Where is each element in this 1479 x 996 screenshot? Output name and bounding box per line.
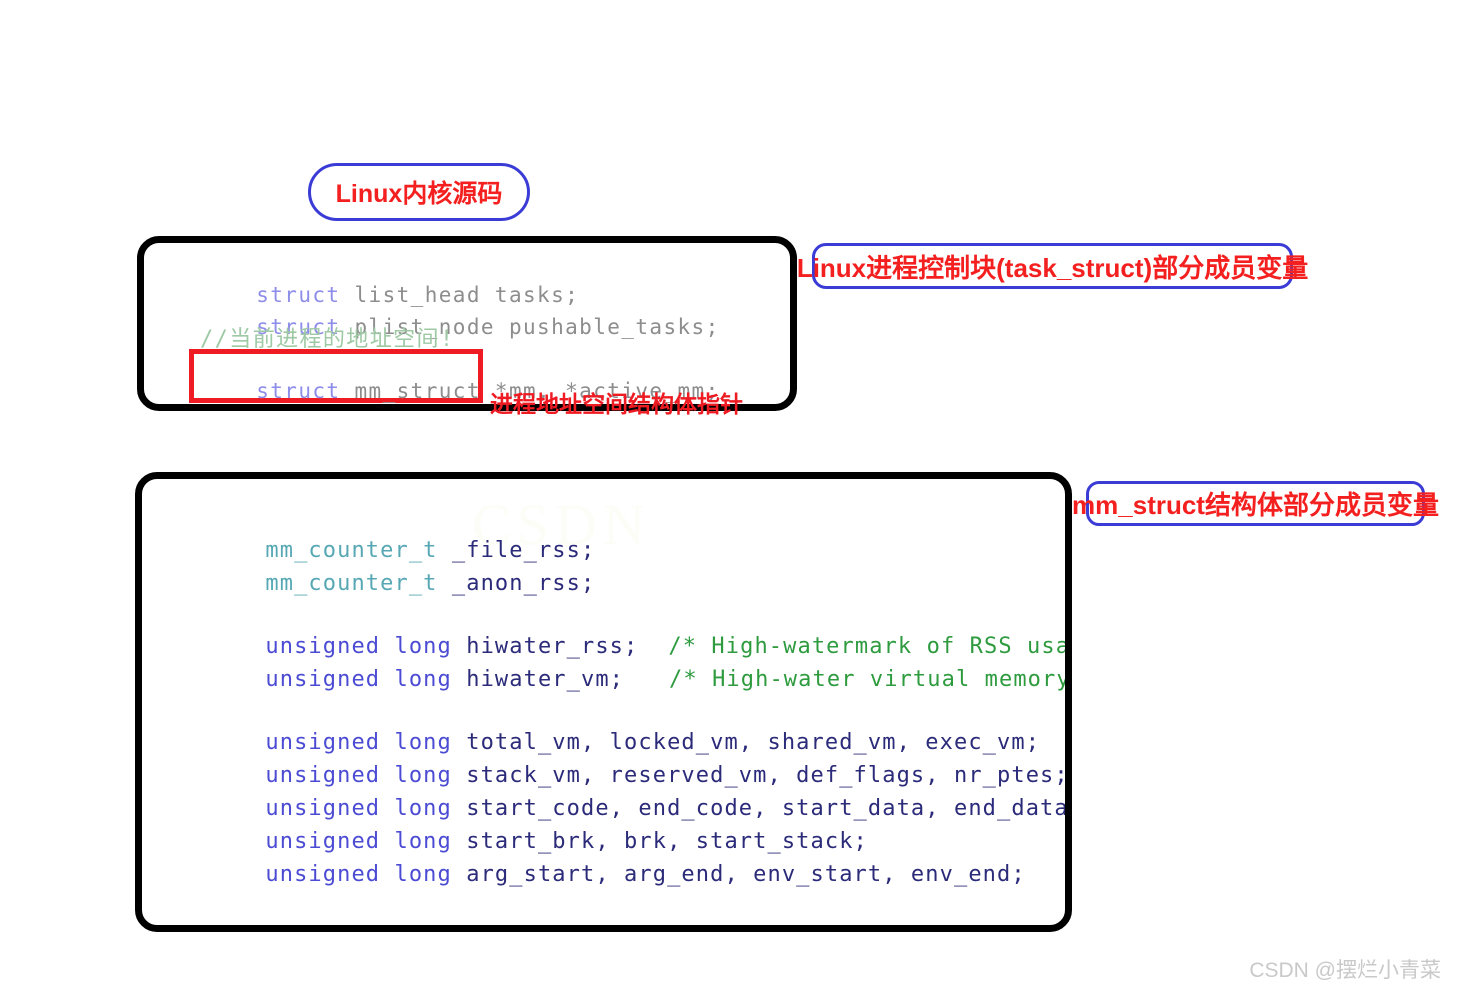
callout-task-struct: Linux进程控制块(task_struct)部分成员变量 [797,243,1308,289]
mm-code-line-9: unsigned long arg_start, arg_end, env_st… [208,837,1026,912]
callout-mm-struct: mm_struct结构体部分成员变量 [1072,481,1439,526]
csdn-watermark: CSDN @摆烂小青菜 [1249,959,1441,982]
callout-task-struct-label: Linux进程控制块(task_struct)部分成员变量 [796,252,1309,283]
callout-kernel-source: Linux内核源码 [308,163,530,221]
mm-code-line-9-decl: arg_start, arg_end, env_start, env_end; [451,862,1026,887]
callout-mm-struct-label: mm_struct结构体部分成员变量 [1072,490,1439,520]
callout-kernel-source-label: Linux内核源码 [335,180,503,208]
keyword-struct: struct [256,379,341,403]
mm-code-line-4-decl: hiwater_vm; [451,667,625,692]
mm-code-line-4-comment: /* High-water virtual memory usage */ [669,667,1071,692]
keyword-unsigned-long: unsigned long [265,667,452,692]
mm-struct-code-panel: CSDN mm_counter_t _file_rss; mm_counter_… [135,472,1072,932]
type-mm-counter-t: mm_counter_t [265,571,438,596]
pointer-annotation: 进程地址空间结构体指针 [490,391,743,417]
keyword-unsigned-long: unsigned long [265,862,452,887]
mm-code-line-2-decl: _anon_rss; [437,571,596,596]
